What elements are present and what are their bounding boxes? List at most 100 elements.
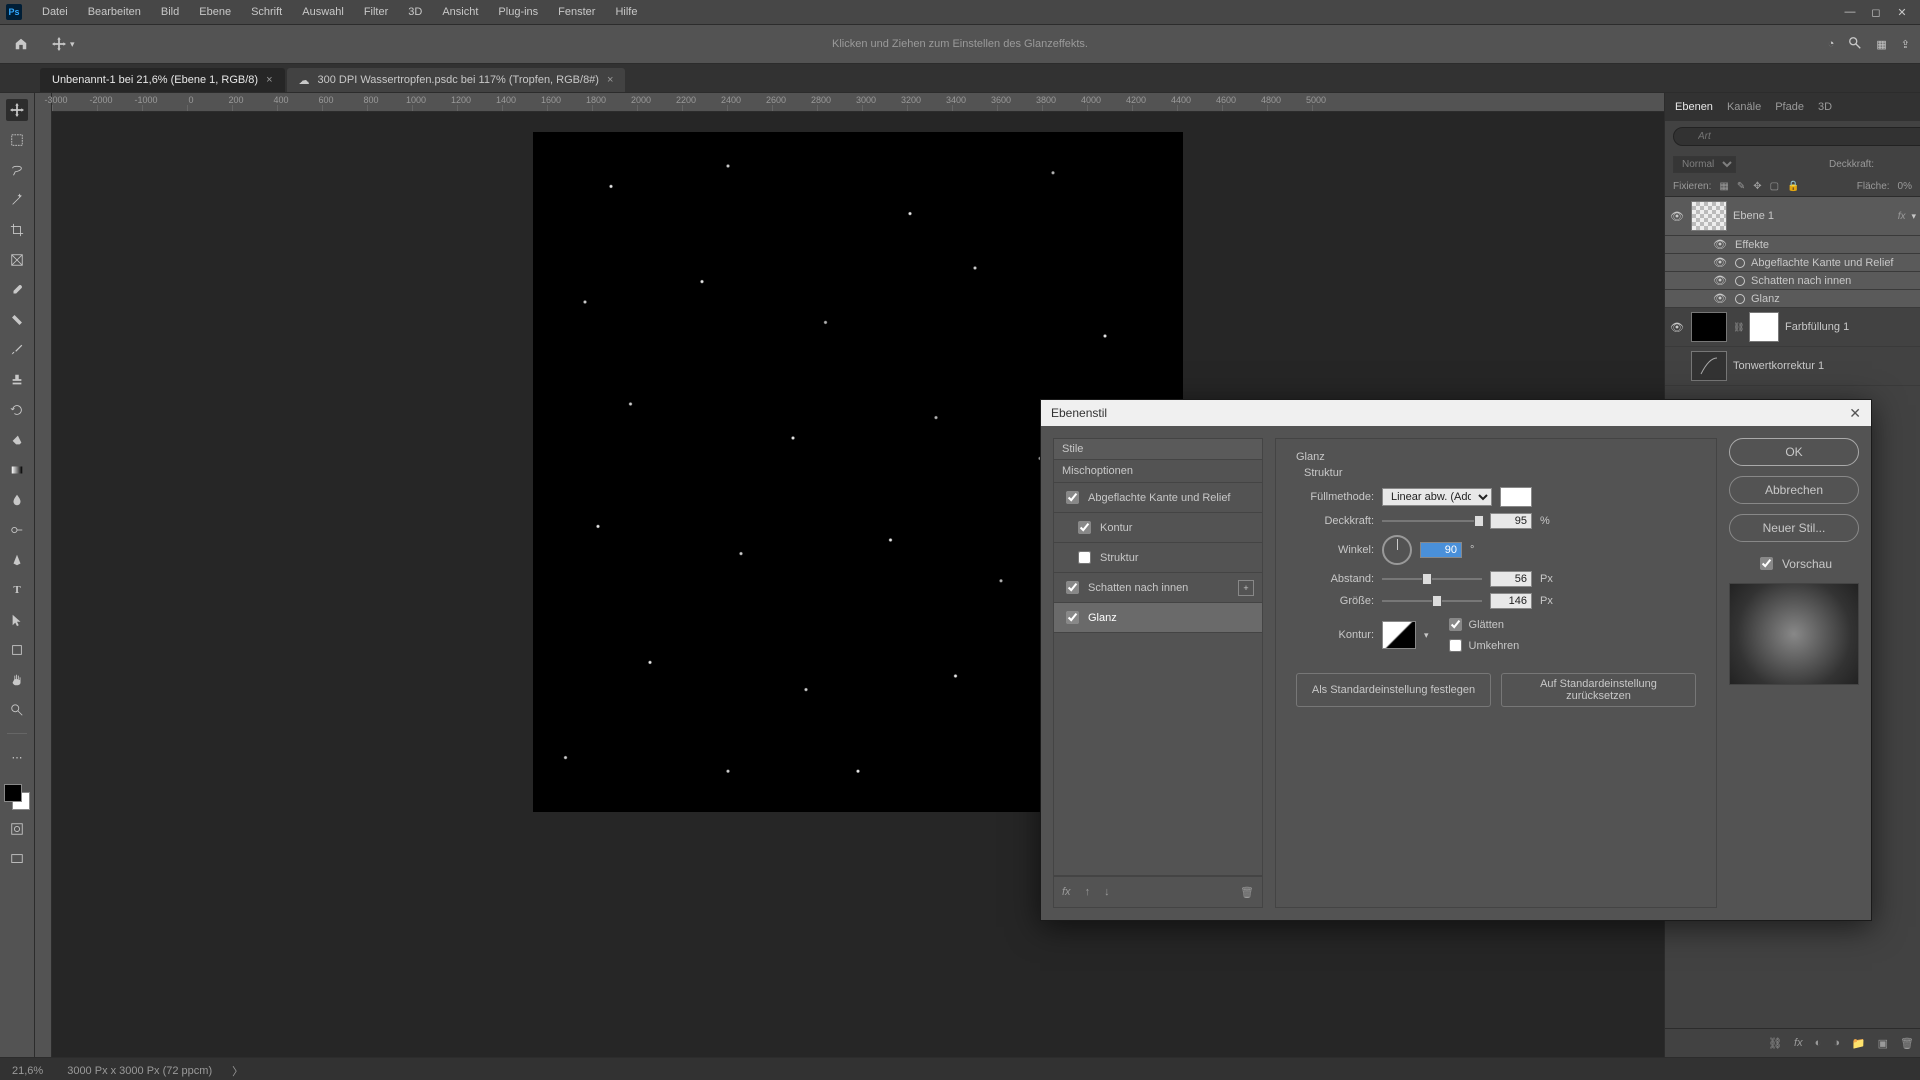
menu-item[interactable]: Ebene	[189, 6, 241, 18]
pen-tool[interactable]	[6, 549, 28, 571]
opacity-input[interactable]	[1490, 513, 1532, 529]
stamp-tool[interactable]	[6, 369, 28, 391]
frame-tool[interactable]	[6, 249, 28, 271]
screenmode-icon[interactable]	[6, 848, 28, 870]
contour-dropdown-icon[interactable]: ▾	[1424, 630, 1429, 641]
opacity-slider[interactable]	[1382, 514, 1482, 528]
document-tab[interactable]: ☁ 300 DPI Wassertropfen.psdc bei 117% (T…	[287, 68, 626, 92]
angle-input[interactable]	[1420, 542, 1462, 558]
link-icon[interactable]: ⛓	[1733, 322, 1743, 333]
size-input[interactable]	[1490, 593, 1532, 609]
status-arrow-icon[interactable]: 〉	[232, 1063, 243, 1079]
style-checkbox[interactable]	[1078, 551, 1091, 564]
color-swatch[interactable]	[1500, 487, 1532, 507]
share-icon[interactable]: ⇪	[1901, 38, 1910, 51]
distance-slider[interactable]	[1382, 572, 1482, 586]
menu-item[interactable]: Plug-ins	[488, 6, 548, 18]
menu-item[interactable]: Datei	[32, 6, 78, 18]
marquee-tool[interactable]	[6, 129, 28, 151]
menu-item[interactable]: Bearbeiten	[78, 6, 151, 18]
move-tool[interactable]	[6, 99, 28, 121]
lock-transparency-icon[interactable]: ▦	[1719, 181, 1728, 192]
lock-pixels-icon[interactable]: ✎	[1737, 181, 1745, 192]
visibility-icon[interactable]: 👁	[1669, 321, 1685, 334]
brush-tool[interactable]	[6, 339, 28, 361]
cancel-button[interactable]: Abbrechen	[1729, 476, 1859, 504]
layer-name[interactable]: Ebene 1	[1733, 210, 1892, 222]
workspace-icon[interactable]: ▦	[1876, 38, 1886, 51]
window-close-icon[interactable]: ✕	[1890, 6, 1914, 19]
move-up-icon[interactable]: ↑	[1085, 886, 1091, 898]
blur-tool[interactable]	[6, 489, 28, 511]
layer-name[interactable]: Farbfüllung 1	[1785, 321, 1916, 333]
menu-item[interactable]: Schrift	[241, 6, 292, 18]
dialog-close-icon[interactable]: ✕	[1849, 405, 1861, 422]
group-icon[interactable]: 📁	[1852, 1037, 1866, 1050]
style-checkbox[interactable]	[1066, 611, 1079, 624]
move-tool-icon[interactable]: ▾	[52, 37, 75, 51]
layer-effect-item[interactable]: 👁Abgeflachte Kante und Relief	[1665, 254, 1920, 272]
panel-tab-layers[interactable]: Ebenen	[1675, 101, 1713, 113]
layer-row[interactable]: 👁 ⛓ Farbfüllung 1	[1665, 308, 1920, 347]
fx-menu-icon[interactable]: fx	[1062, 886, 1071, 898]
tab-close-icon[interactable]: ×	[607, 74, 613, 86]
ok-button[interactable]: OK	[1729, 438, 1859, 466]
shape-tool[interactable]	[6, 639, 28, 661]
layer-thumb[interactable]	[1691, 351, 1727, 381]
menu-item[interactable]: Hilfe	[605, 6, 647, 18]
healing-tool[interactable]	[6, 309, 28, 331]
visibility-icon[interactable]: 👁	[1713, 238, 1729, 251]
size-slider[interactable]	[1382, 594, 1482, 608]
delete-style-icon[interactable]: 🗑	[1240, 886, 1254, 899]
blendmode-select[interactable]: Linear abw. (Add.)	[1382, 488, 1492, 506]
lasso-tool[interactable]	[6, 159, 28, 181]
dodge-tool[interactable]	[6, 519, 28, 541]
preview-toggle[interactable]: Vorschau	[1729, 554, 1859, 573]
new-layer-icon[interactable]: ▣	[1878, 1037, 1888, 1050]
blend-mode-select[interactable]: Normal	[1673, 156, 1736, 173]
window-maximize-icon[interactable]: ◻	[1864, 6, 1888, 19]
style-item-bevel[interactable]: Abgeflachte Kante und Relief	[1053, 483, 1263, 513]
style-checkbox[interactable]	[1078, 521, 1091, 534]
wand-tool[interactable]	[6, 189, 28, 211]
distance-input[interactable]	[1490, 571, 1532, 587]
path-select-tool[interactable]	[6, 609, 28, 631]
layer-fx-badge[interactable]: fx	[1898, 211, 1906, 222]
layer-mask-icon[interactable]: ◐	[1815, 1037, 1822, 1049]
trash-icon[interactable]: 🗑	[1900, 1037, 1914, 1050]
new-style-button[interactable]: Neuer Stil...	[1729, 514, 1859, 542]
antialias-checkbox[interactable]	[1449, 618, 1462, 631]
zoom-tool[interactable]	[6, 699, 28, 721]
edit-toolbar-icon[interactable]: ⋯	[6, 746, 28, 768]
menu-item[interactable]: Fenster	[548, 6, 605, 18]
lock-all-icon[interactable]: 🔒	[1787, 181, 1799, 192]
menu-item[interactable]: 3D	[398, 6, 432, 18]
menu-item[interactable]: Filter	[354, 6, 398, 18]
gradient-tool[interactable]	[6, 459, 28, 481]
dialog-titlebar[interactable]: Ebenenstil ✕	[1041, 400, 1871, 426]
menu-item[interactable]: Ansicht	[432, 6, 488, 18]
layer-effect-item[interactable]: 👁Schatten nach innen	[1665, 272, 1920, 290]
effects-heading[interactable]: 👁 Effekte	[1665, 236, 1920, 254]
quickmask-icon[interactable]	[6, 818, 28, 840]
add-effect-icon[interactable]: +	[1238, 580, 1254, 596]
panel-tab-channels[interactable]: Kanäle	[1727, 101, 1761, 113]
preview-checkbox[interactable]	[1760, 557, 1773, 570]
history-brush-tool[interactable]	[6, 399, 28, 421]
layer-name[interactable]: Tonwertkorrektur 1	[1733, 360, 1916, 372]
layer-mask-thumb[interactable]	[1749, 312, 1779, 342]
crop-tool[interactable]	[6, 219, 28, 241]
eyedropper-tool[interactable]	[6, 279, 28, 301]
layer-search-input[interactable]	[1673, 127, 1920, 146]
tab-close-icon[interactable]: ×	[266, 74, 272, 86]
angle-dial[interactable]	[1382, 535, 1412, 565]
layer-row[interactable]: Tonwertkorrektur 1	[1665, 347, 1920, 386]
color-swatch[interactable]	[4, 784, 30, 810]
cloud-docs-icon[interactable]: ◔	[1828, 38, 1835, 50]
invert-checkbox[interactable]	[1449, 639, 1462, 652]
layer-thumb[interactable]	[1691, 201, 1727, 231]
document-info[interactable]: 3000 Px x 3000 Px (72 ppcm)	[67, 1065, 212, 1077]
adjustment-layer-icon[interactable]: ◑	[1833, 1037, 1840, 1049]
style-checkbox[interactable]	[1066, 491, 1079, 504]
fill-value[interactable]: 0%	[1898, 181, 1912, 192]
